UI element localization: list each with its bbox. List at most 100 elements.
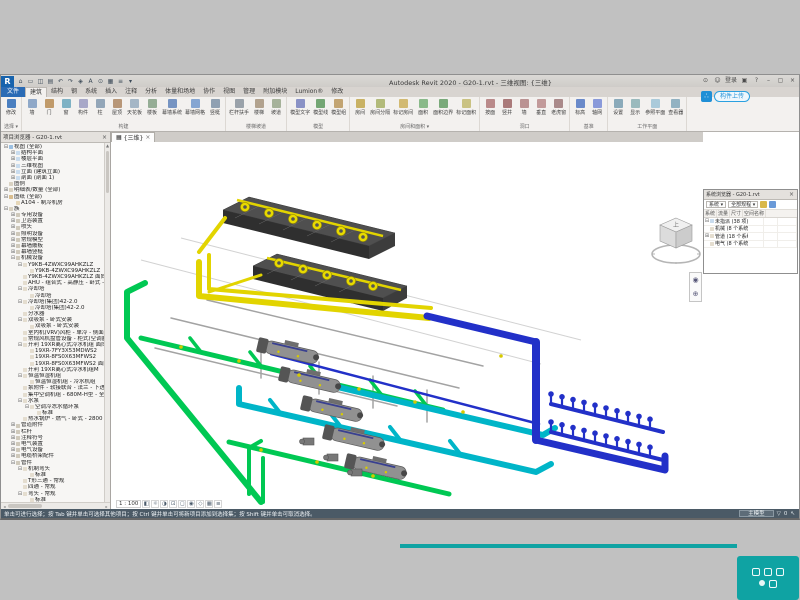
ribbon-tab[interactable]: 钢 — [67, 87, 81, 97]
quick-access-button[interactable]: ≡ — [116, 77, 125, 86]
ribbon-button[interactable]: 幕墙系统 — [161, 98, 183, 116]
column-header[interactable]: 流量 — [717, 210, 730, 217]
titlebar-icon[interactable]: ▢ — [776, 76, 785, 85]
quick-access-button[interactable]: ▤ — [46, 77, 55, 86]
scroll-right-icon[interactable]: ▸ — [103, 504, 110, 509]
ribbon-button[interactable]: 房间分隔 — [369, 98, 391, 116]
ribbon-button[interactable]: 墙 — [516, 98, 532, 116]
quick-access-button[interactable]: ◈ — [76, 77, 85, 86]
system-filter-select[interactable]: 系统 ▾ — [706, 201, 726, 208]
view-control-icon[interactable]: ◇ — [196, 500, 204, 508]
ribbon-button[interactable]: 查看器 — [667, 98, 684, 116]
scale-control[interactable]: 1 : 100 — [116, 500, 141, 508]
ribbon-button[interactable]: 老虎窗 — [550, 98, 567, 116]
ribbon-tab[interactable]: 体量和场地 — [161, 87, 199, 97]
view-control-icon[interactable]: ⊡ — [169, 500, 177, 508]
ribbon-button[interactable]: 模型线 — [312, 98, 329, 116]
ribbon-button[interactable]: 模型文字 — [289, 98, 311, 116]
ribbon-button[interactable]: 楼梯 — [251, 98, 267, 116]
file-tab[interactable]: 文件 — [1, 87, 25, 97]
plugin-icon[interactable]: ∴ — [701, 91, 712, 102]
ribbon-button[interactable]: 按面 — [482, 98, 498, 116]
ribbon-tab[interactable]: 管理 — [239, 87, 259, 97]
ribbon-tab[interactable]: 注释 — [121, 87, 141, 97]
quick-access-button[interactable]: ◫ — [36, 77, 45, 86]
view-tab-close-icon[interactable]: × — [145, 134, 150, 141]
discipline-filter-select[interactable]: 全部规程 ▾ — [728, 201, 758, 208]
zoom-icon[interactable]: ⊕ — [693, 287, 699, 301]
ribbon-button[interactable]: 楼板 — [144, 98, 160, 116]
quick-access-button[interactable]: ↶ — [56, 77, 65, 86]
ribbon-tab[interactable]: 插入 — [101, 87, 121, 97]
ribbon-button[interactable]: 墙 — [24, 98, 40, 116]
view-control-icon[interactable]: ◧ — [142, 500, 150, 508]
ribbon-button[interactable]: 幕墙网格 — [184, 98, 206, 116]
ribbon-button[interactable]: 垂直 — [533, 98, 549, 116]
remote-toolbar-widget[interactable] — [737, 556, 799, 600]
quick-access-button[interactable]: ⊙ — [96, 77, 105, 86]
ribbon-tab[interactable]: 附加模块 — [259, 87, 291, 97]
ribbon-tab[interactable]: 建筑 — [25, 87, 47, 97]
ribbon-button[interactable]: 设置 — [610, 98, 626, 116]
column-header[interactable]: 尺寸 — [730, 210, 743, 217]
project-browser-header[interactable]: 项目浏览器 - G20-1.rvt × — [1, 132, 110, 143]
component-upload-button[interactable]: 构件上传 — [714, 91, 750, 102]
ribbon-tab[interactable]: 协作 — [199, 87, 219, 97]
ribbon-button[interactable]: 面积边界 — [432, 98, 454, 116]
scrollbar-thumb[interactable] — [106, 151, 109, 193]
select-cursor-icon[interactable]: ↖ — [790, 510, 795, 518]
ribbon-button[interactable]: 标记面积 — [455, 98, 477, 116]
view-control-icon[interactable]: ▦ — [205, 500, 213, 508]
project-browser-vertical-scrollbar[interactable]: ▲ — [104, 143, 110, 502]
scrollbar-thumb[interactable] — [8, 504, 42, 508]
ribbon-button[interactable]: 房间 — [352, 98, 368, 116]
titlebar-icon[interactable]: × — [788, 76, 797, 85]
quick-access-button[interactable]: ↷ — [66, 77, 75, 86]
drawing-canvas[interactable]: 1 : 100 ◧☼◑⊡◻◉◇▦≡ — [111, 142, 799, 509]
system-browser-header[interactable]: 系统浏览器 - G20-1.rvt × — [704, 190, 797, 200]
ribbon-button[interactable]: 标记房间 — [392, 98, 414, 116]
view-control-icon[interactable]: ☼ — [151, 500, 159, 508]
ribbon-tab[interactable]: 分析 — [141, 87, 161, 97]
titlebar-icon[interactable]: ☺ — [713, 76, 722, 85]
scroll-left-icon[interactable]: ◂ — [1, 504, 8, 509]
quick-access-button[interactable]: ▾ — [126, 77, 135, 86]
columns-icon[interactable] — [769, 201, 776, 208]
close-icon[interactable]: × — [101, 134, 108, 141]
ribbon-button[interactable]: 标高 — [572, 98, 588, 116]
quick-access-button[interactable]: A — [86, 77, 95, 86]
quick-access-button[interactable]: ⌂ — [16, 77, 25, 86]
ribbon-button[interactable]: 天花板 — [126, 98, 143, 116]
ribbon-button[interactable]: 坡道 — [268, 98, 284, 116]
autofit-icon[interactable] — [760, 201, 767, 208]
quick-access-button[interactable]: ▭ — [26, 77, 35, 86]
titlebar-icon[interactable]: ? — [752, 76, 761, 85]
ribbon-tab[interactable]: 视图 — [219, 87, 239, 97]
ribbon-button[interactable]: 门 — [41, 98, 57, 116]
ribbon-button[interactable]: 屋顶 — [109, 98, 125, 116]
ribbon-button[interactable]: 显示 — [627, 98, 643, 116]
scroll-up-icon[interactable]: ▲ — [105, 143, 110, 149]
titlebar-icon[interactable]: 登录 — [725, 76, 737, 85]
design-option-select[interactable]: 主模型 — [739, 510, 774, 517]
titlebar-icon[interactable]: – — [764, 76, 773, 85]
project-browser-horizontal-scrollbar[interactable]: ◂ ▸ — [1, 502, 110, 509]
column-header[interactable]: 系统 — [704, 210, 717, 217]
ribbon-button[interactable]: 轴网 — [589, 98, 605, 116]
viewcube[interactable]: 上 — [647, 208, 705, 272]
filter-icon[interactable]: ▽ — [777, 510, 781, 518]
ribbon-button[interactable]: 栏杆扶手 — [228, 98, 250, 116]
ribbon-button[interactable]: 模型组 — [330, 98, 347, 116]
steering-wheel-icon[interactable]: ◉ — [692, 273, 698, 287]
ribbon-button[interactable]: 面积 — [415, 98, 431, 116]
view-control-icon[interactable]: ≡ — [214, 500, 222, 508]
ribbon-tab[interactable]: Lumion® — [291, 87, 327, 97]
ribbon-tab[interactable]: 修改 — [327, 87, 347, 97]
ribbon-button[interactable]: 修改 — [3, 98, 19, 116]
quick-access-button[interactable]: ▦ — [106, 77, 115, 86]
view-tab-3d[interactable]: ▦ {三维} × — [111, 132, 155, 142]
revit-logo-icon[interactable]: R — [1, 76, 14, 87]
system-row[interactable]: 电气 (8 个系统) — [704, 241, 797, 249]
ribbon-tab[interactable]: 结构 — [47, 87, 67, 97]
ribbon-button[interactable]: 构件 — [75, 98, 91, 116]
